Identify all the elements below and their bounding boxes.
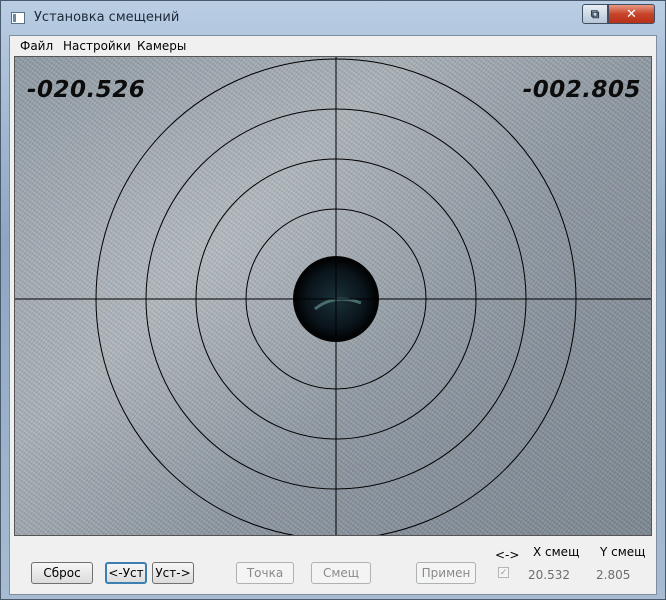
x-offset-value: 20.532 xyxy=(528,568,570,582)
menu-file[interactable]: Файл xyxy=(20,39,53,53)
offset-button[interactable]: Смещ xyxy=(311,562,371,584)
checkmark-icon: ✓ xyxy=(499,567,508,578)
y-offset-header: Y смещ xyxy=(600,545,646,559)
x-readout: -020.526 xyxy=(27,77,146,103)
reticle-overlay xyxy=(15,57,651,535)
app-window: Установка смещений ⧉ ✕ Файл Настройки Ка… xyxy=(0,0,666,600)
set-left-button[interactable]: <-Уст xyxy=(105,562,147,584)
swap-checkbox[interactable]: ✓ xyxy=(498,567,509,578)
app-icon xyxy=(11,12,25,24)
menu-bar: Файл Настройки Камеры xyxy=(10,36,656,56)
close-icon: ✕ xyxy=(626,6,637,22)
menu-settings[interactable]: Настройки xyxy=(63,39,131,53)
swap-label: <-> xyxy=(495,548,520,562)
y-readout: -002.805 xyxy=(522,77,641,103)
camera-view[interactable]: -020.526 -002.805 xyxy=(14,56,652,536)
client-area: Файл Настройки Камеры -020.526 -002.805 … xyxy=(9,35,657,595)
window-title: Установка смещений xyxy=(34,10,180,25)
apply-button[interactable]: Примен xyxy=(416,562,476,584)
close-button[interactable]: ✕ xyxy=(608,4,655,24)
reset-button[interactable]: Сброс xyxy=(31,562,93,584)
menu-cameras[interactable]: Камеры xyxy=(137,39,186,53)
x-offset-header: X смещ xyxy=(533,545,580,559)
restore-button[interactable]: ⧉ xyxy=(582,4,608,24)
restore-icon: ⧉ xyxy=(590,6,600,21)
title-bar[interactable]: Установка смещений ⧉ ✕ xyxy=(1,1,665,35)
point-button[interactable]: Точка xyxy=(236,562,294,584)
y-offset-value: 2.805 xyxy=(596,568,631,582)
set-right-button[interactable]: Уст-> xyxy=(152,562,194,584)
